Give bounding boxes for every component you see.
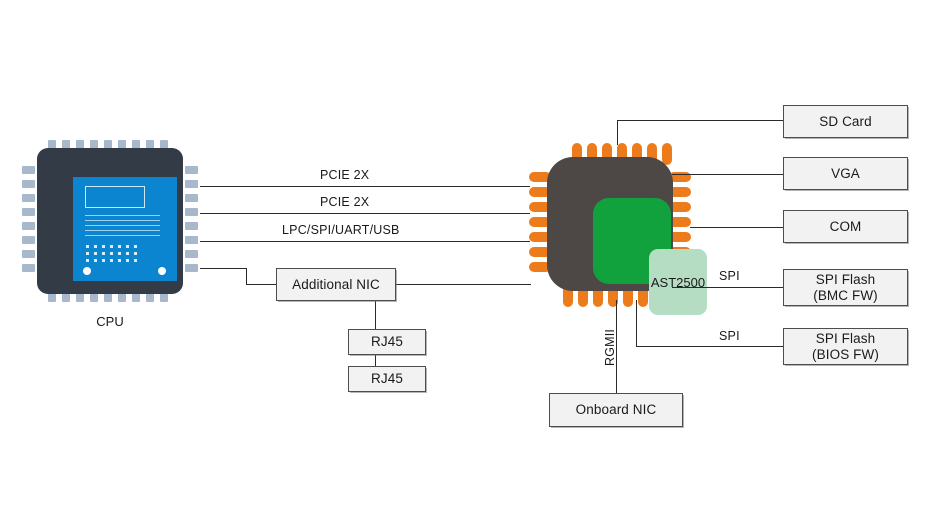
node-spi-flash-bmc-label: SPI Flash (BMC FW)	[813, 271, 878, 303]
node-com[interactable]: COM	[783, 210, 908, 243]
cpu-die-pad	[134, 252, 137, 255]
node-rj45-1-label: RJ45	[371, 334, 403, 349]
edge-label-pcie-2: PCIE 2X	[320, 195, 370, 209]
cpu-die-pad	[134, 245, 137, 248]
edge-ast-spi-bios-v	[636, 300, 637, 347]
node-spi-flash-bios[interactable]: SPI Flash (BIOS FW)	[783, 328, 908, 365]
node-rj45-2[interactable]: RJ45	[348, 366, 426, 392]
cpu-pin-right	[185, 180, 198, 188]
cpu-pin-right	[185, 264, 198, 272]
edge-label-rgmii: RGMII	[603, 328, 617, 366]
edge-cpu-pcie2	[200, 213, 530, 214]
ast2500-die-ring: AST2500	[593, 198, 707, 315]
cpu-die-trace	[85, 225, 160, 227]
node-vga[interactable]: VGA	[783, 157, 908, 190]
node-vga-label: VGA	[831, 165, 860, 181]
cpu-pin-right	[185, 166, 198, 174]
edge-cpu-lpc	[200, 241, 530, 242]
node-rj45-2-label: RJ45	[371, 371, 403, 386]
cpu-die-via	[158, 267, 166, 275]
cpu-pin-left	[22, 166, 35, 174]
cpu-die-pad	[134, 259, 137, 262]
cpu-die-pad	[86, 252, 89, 255]
cpu-die-trace	[85, 235, 160, 237]
cpu-pin-left	[22, 264, 35, 272]
cpu-pin-right	[185, 194, 198, 202]
cpu-die-trace	[85, 230, 160, 232]
cpu-die-pad	[94, 252, 97, 255]
cpu-die-pad	[126, 259, 129, 262]
edge-label-spi-bios: SPI	[719, 329, 740, 343]
cpu-pin-left	[22, 180, 35, 188]
cpu-die-pad	[126, 245, 129, 248]
cpu-pin-right	[185, 208, 198, 216]
ast2500-die-label: AST2500	[649, 249, 707, 315]
ast2500-package: AST2500	[547, 157, 707, 315]
ast2500-chip: AST2500	[525, 140, 707, 315]
node-spi-flash-bmc[interactable]: SPI Flash (BMC FW)	[783, 269, 908, 306]
edge-label-lpc-spi-uart-usb: LPC/SPI/UART/USB	[282, 223, 400, 237]
cpu-pin-left	[22, 208, 35, 216]
node-spi-flash-bios-label: SPI Flash (BIOS FW)	[812, 330, 879, 362]
cpu-die-pad	[110, 245, 113, 248]
cpu-die-pad	[118, 245, 121, 248]
diagram-canvas: CPU AST2500 PCIE 2X PCIE 2X LPC/SPI/UART…	[0, 0, 936, 526]
cpu-pin-left	[22, 250, 35, 258]
cpu-label: CPU	[96, 314, 124, 329]
cpu-die-pad	[102, 252, 105, 255]
cpu-chip	[22, 140, 198, 302]
cpu-die-pad	[118, 252, 121, 255]
node-sd-card-label: SD Card	[819, 113, 872, 129]
cpu-die-rect	[85, 186, 145, 208]
cpu-die-pad	[126, 252, 129, 255]
edge-ast-com	[690, 227, 783, 228]
edge-ast-sdcard-v	[617, 120, 618, 145]
edge-cpu-nic-v	[246, 268, 247, 285]
edge-nic-ast	[396, 284, 531, 285]
node-additional-nic-label: Additional NIC	[292, 276, 380, 292]
cpu-die-pad	[94, 259, 97, 262]
edge-ast-sdcard-h	[617, 120, 783, 121]
cpu-die-pad	[102, 245, 105, 248]
cpu-die-pad	[102, 259, 105, 262]
edge-cpu-pcie1	[200, 186, 530, 187]
edge-label-pcie-1: PCIE 2X	[320, 168, 370, 182]
cpu-package	[37, 148, 183, 294]
edge-ast-spi-bios-h	[636, 346, 783, 347]
cpu-pin-left	[22, 236, 35, 244]
edge-cpu-nic-h2	[246, 284, 276, 285]
node-onboard-nic[interactable]: Onboard NIC	[549, 393, 683, 427]
cpu-pin-left	[22, 194, 35, 202]
node-sd-card[interactable]: SD Card	[783, 105, 908, 138]
cpu-pin-right	[185, 236, 198, 244]
cpu-die-pad	[110, 252, 113, 255]
node-rj45-1[interactable]: RJ45	[348, 329, 426, 355]
cpu-die	[73, 177, 177, 281]
cpu-die-trace	[85, 215, 160, 217]
cpu-pin-right	[185, 222, 198, 230]
node-onboard-nic-label: Onboard NIC	[575, 402, 657, 417]
cpu-pin-left	[22, 222, 35, 230]
cpu-die-pad	[86, 259, 89, 262]
cpu-die-via	[83, 267, 91, 275]
cpu-die-pad	[86, 245, 89, 248]
node-additional-nic[interactable]: Additional NIC	[276, 268, 396, 301]
edge-label-spi-bmc: SPI	[719, 269, 740, 283]
cpu-die-pad	[110, 259, 113, 262]
edge-cpu-nic-h1	[200, 268, 247, 269]
node-com-label: COM	[829, 218, 862, 234]
ast-pin-top	[662, 143, 672, 165]
cpu-die-trace	[85, 220, 160, 222]
cpu-die-pad	[118, 259, 121, 262]
edge-ast-spi-bmc	[672, 287, 783, 288]
edge-ast-vga	[672, 174, 783, 175]
cpu-die-pad	[94, 245, 97, 248]
cpu-pin-right	[185, 250, 198, 258]
